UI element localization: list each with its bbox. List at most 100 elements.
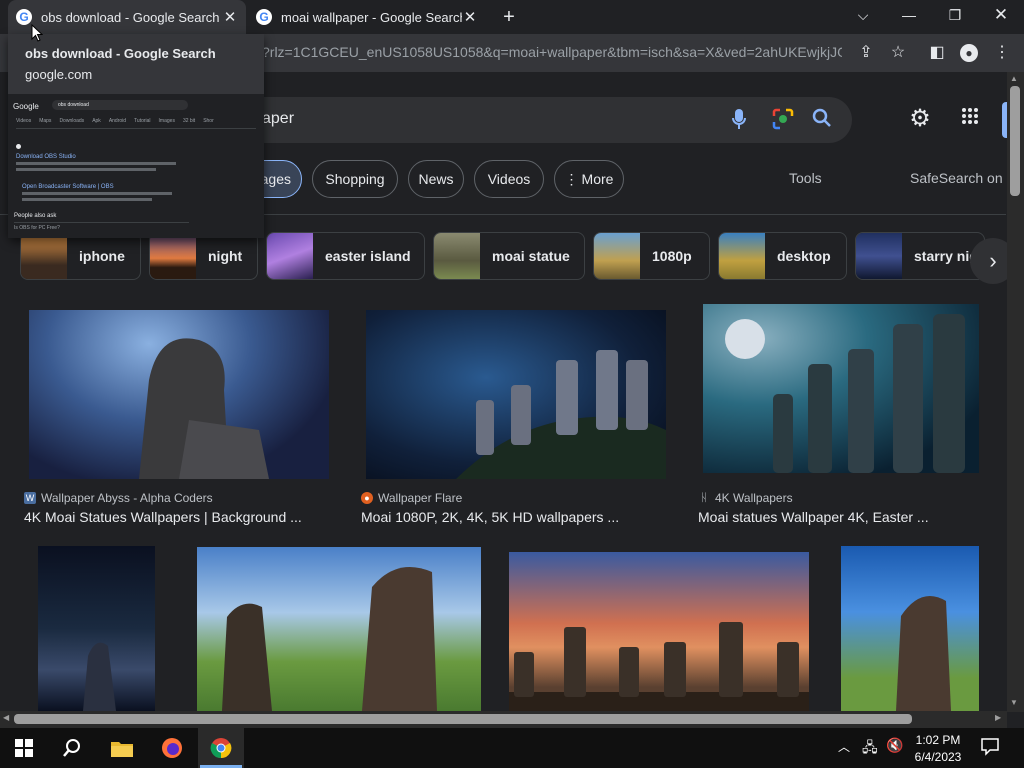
tray-overflow-chevron-icon[interactable]: ︿ — [838, 738, 850, 755]
safesearch-button[interactable]: SafeSearch on — [910, 170, 1003, 186]
result-image-1[interactable] — [29, 310, 329, 479]
chip-thumbnail — [434, 233, 480, 279]
search-query-text[interactable]: aper — [262, 110, 294, 128]
chip-label: desktop — [777, 248, 831, 264]
settings-gear-icon[interactable]: ⚙ — [906, 106, 934, 134]
clock-time[interactable]: 1:02 PM — [912, 733, 964, 747]
apps-grid-icon[interactable] — [956, 106, 984, 134]
address-bar[interactable]: ?rlz=1C1GCEU_enUS1058US1058&q=moai+wallp… — [262, 44, 842, 62]
google-favicon-icon: G — [16, 9, 32, 25]
moai-silhouette — [896, 596, 951, 711]
volume-muted-icon[interactable]: 🔇 — [886, 737, 903, 754]
voice-search-icon[interactable] — [726, 108, 752, 134]
preview-divider — [16, 128, 256, 129]
firefox-icon[interactable] — [154, 732, 190, 764]
more-vert-icon: ⋮ — [564, 170, 579, 187]
result-source-1[interactable]: W Wallpaper Abyss - Alpha Coders — [24, 491, 213, 505]
result-caption-1[interactable]: 4K Moai Statues Wallpapers | Background … — [24, 509, 302, 525]
result-image-6[interactable] — [509, 552, 809, 711]
google-favicon-icon: G — [256, 9, 272, 25]
source-name: 4K Wallpapers — [715, 491, 793, 505]
browser-menu-icon[interactable]: ⋮ — [991, 42, 1013, 64]
related-chip-desktop[interactable]: desktop — [718, 232, 847, 280]
result-image-3[interactable] — [703, 304, 979, 473]
moai-silhouette — [83, 642, 116, 711]
filter-shopping[interactable]: Shopping — [312, 160, 398, 198]
chip-label: night — [208, 248, 243, 264]
network-icon[interactable]: 🖧 — [862, 737, 878, 761]
preview-result-link-2: Open Broadcaster Software | OBS — [22, 184, 114, 190]
new-tab-plus-icon[interactable]: + — [498, 6, 520, 28]
preview-domain: google.com — [25, 67, 93, 82]
file-explorer-icon[interactable] — [104, 732, 140, 764]
preview-snippet-line — [22, 198, 152, 201]
close-window-icon[interactable]: ✕ — [978, 0, 1024, 30]
mouse-cursor-icon — [31, 24, 43, 42]
related-chip-1080p[interactable]: 1080p — [593, 232, 710, 280]
result-image-7[interactable] — [841, 546, 979, 711]
tab-moai-wallpaper[interactable]: G moai wallpaper - Google Search ✕ — [248, 0, 486, 34]
result-caption-2[interactable]: Moai 1080P, 2K, 4K, 5K HD wallpapers ... — [361, 509, 619, 525]
result-image-2[interactable] — [366, 310, 666, 479]
moai-row-silhouette — [456, 350, 666, 479]
side-panel-icon[interactable]: ◧ — [926, 42, 948, 64]
result-image-5[interactable] — [197, 547, 481, 711]
preview-obs-favicon-icon — [16, 144, 21, 149]
preview-people-also-ask: People also ask — [14, 213, 57, 219]
related-chip-night[interactable]: night — [149, 232, 258, 280]
windows-start-icon[interactable] — [6, 732, 42, 764]
search-icon[interactable] — [809, 108, 835, 134]
ahu-moai-silhouette — [509, 622, 809, 711]
scroll-up-arrow-icon[interactable]: ▲ — [1010, 74, 1018, 83]
share-icon[interactable]: ⇪ — [855, 42, 877, 64]
scroll-left-arrow-icon[interactable]: ◀ — [3, 713, 9, 722]
close-tab-icon[interactable]: ✕ — [222, 8, 238, 26]
related-chip-iphone[interactable]: iphone — [20, 232, 141, 280]
result-image-4[interactable] — [38, 546, 155, 711]
horizontal-scroll-thumb[interactable] — [14, 714, 912, 724]
restore-icon[interactable]: ❐ — [932, 0, 978, 30]
wallpaper-flare-favicon-icon: ● — [361, 492, 373, 504]
chip-label: moai statue — [492, 248, 570, 264]
lens-search-icon[interactable] — [770, 108, 796, 134]
preview-divider — [14, 222, 189, 223]
related-chip-starry-night[interactable]: starry nig — [855, 232, 985, 280]
close-tab-icon[interactable]: ✕ — [462, 8, 478, 26]
chip-thumbnail — [719, 233, 765, 279]
filter-news[interactable]: News — [408, 160, 464, 198]
tab-search-chevron-icon[interactable]: ⌵ — [840, 0, 886, 30]
scroll-down-arrow-icon[interactable]: ▼ — [1010, 698, 1018, 707]
alpha-coders-favicon-icon: W — [24, 492, 36, 504]
result-source-2[interactable]: ● Wallpaper Flare — [361, 491, 462, 505]
taskbar-search-icon[interactable] — [54, 732, 90, 764]
notification-center-icon[interactable] — [980, 736, 1002, 758]
scroll-right-arrow-icon[interactable]: ▶ — [995, 713, 1001, 722]
related-chip-easter-island[interactable]: easter island — [266, 232, 425, 280]
chip-label: easter island — [325, 248, 411, 264]
chip-thumbnail — [856, 233, 902, 279]
preview-query: obs download — [58, 102, 89, 108]
tab-obs-download[interactable]: G obs download - Google Search ✕ — [8, 0, 246, 34]
chip-thumbnail — [267, 233, 313, 279]
result-source-3[interactable]: ᚺ 4K Wallpapers — [698, 491, 793, 505]
chrome-icon[interactable] — [203, 732, 239, 764]
profile-icon[interactable]: ● — [958, 42, 980, 64]
preview-snippet-line — [22, 192, 172, 195]
bookmark-star-icon[interactable]: ☆ — [887, 42, 909, 64]
chip-label: iphone — [79, 248, 125, 264]
filter-more[interactable]: ⋮ More — [554, 160, 624, 198]
preview-question: Is OBS for PC Free? — [14, 225, 60, 231]
minimize-icon[interactable]: — — [886, 0, 932, 30]
result-caption-3[interactable]: Moai statues Wallpaper 4K, Easter ... — [698, 509, 929, 525]
chip-label: 1080p — [652, 248, 692, 264]
tools-button[interactable]: Tools — [789, 170, 822, 186]
related-chip-moai-statue[interactable]: moai statue — [433, 232, 585, 280]
preview-title: obs download - Google Search — [25, 46, 216, 61]
source-name: Wallpaper Flare — [378, 491, 463, 505]
search-box[interactable] — [244, 97, 852, 143]
preview-google-logo: Google — [13, 102, 39, 111]
chip-thumbnail — [594, 233, 640, 279]
filter-videos[interactable]: Videos — [474, 160, 544, 198]
vertical-scroll-thumb[interactable] — [1010, 86, 1020, 196]
clock-date[interactable]: 6/4/2023 — [908, 750, 968, 764]
